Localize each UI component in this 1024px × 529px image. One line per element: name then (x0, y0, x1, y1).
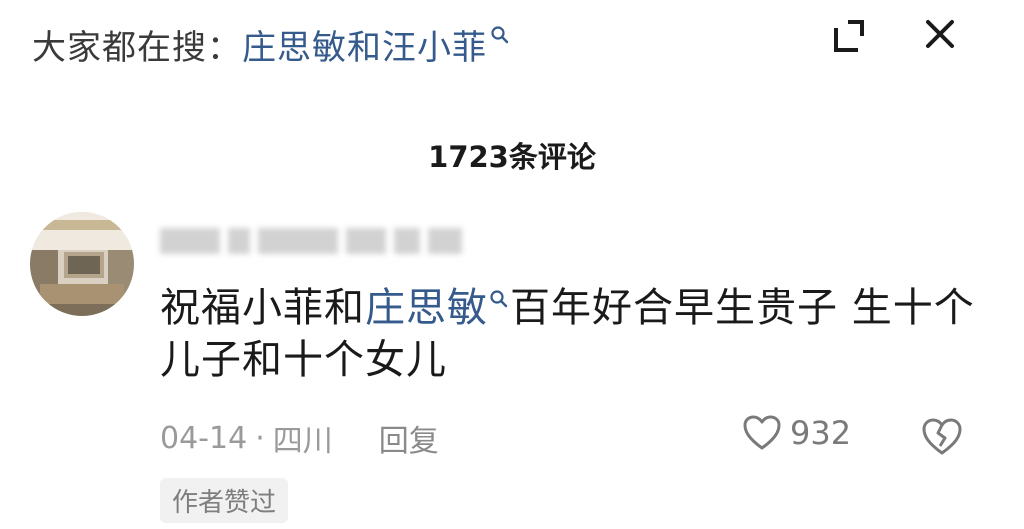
username-blurred[interactable] (160, 228, 470, 258)
search-icon[interactable] (489, 24, 511, 46)
broken-heart-icon[interactable] (920, 416, 964, 458)
comment-panel: 大家都在搜： 庄思敏和汪小菲 1723条评论 祝福小菲和庄思敏 百年好合早生贵子… (0, 0, 1024, 529)
expand-icon[interactable] (826, 14, 870, 58)
comment-text-before: 祝福小菲和 (160, 285, 365, 331)
close-icon[interactable] (918, 12, 962, 56)
comment-count: 1723条评论 (428, 140, 596, 174)
search-suggestion-link[interactable]: 庄思敏和汪小菲 (242, 20, 487, 69)
avatar[interactable] (30, 212, 134, 316)
like-count: 932 (790, 414, 852, 452)
comment-meta: 04-14 · 四川 回复 (160, 416, 439, 460)
author-liked-badge: 作者赞过 (160, 478, 289, 523)
like-button[interactable]: 932 (742, 414, 851, 452)
meta-separator: · (255, 420, 265, 456)
search-icon[interactable] (488, 288, 510, 310)
comment-search-link[interactable]: 庄思敏 (365, 285, 488, 331)
comment-date: 04-14 (160, 420, 248, 456)
comment-text: 祝福小菲和庄思敏 百年好合早生贵子 生十个儿子和十个女儿 (160, 282, 980, 386)
search-suggestion-prefix: 大家都在搜： (32, 27, 242, 68)
heart-icon[interactable] (742, 414, 782, 452)
comment-location: 四川 (272, 424, 333, 459)
reply-button[interactable]: 回复 (379, 416, 439, 460)
search-suggestion-bar: 大家都在搜： 庄思敏和汪小菲 (32, 14, 511, 74)
